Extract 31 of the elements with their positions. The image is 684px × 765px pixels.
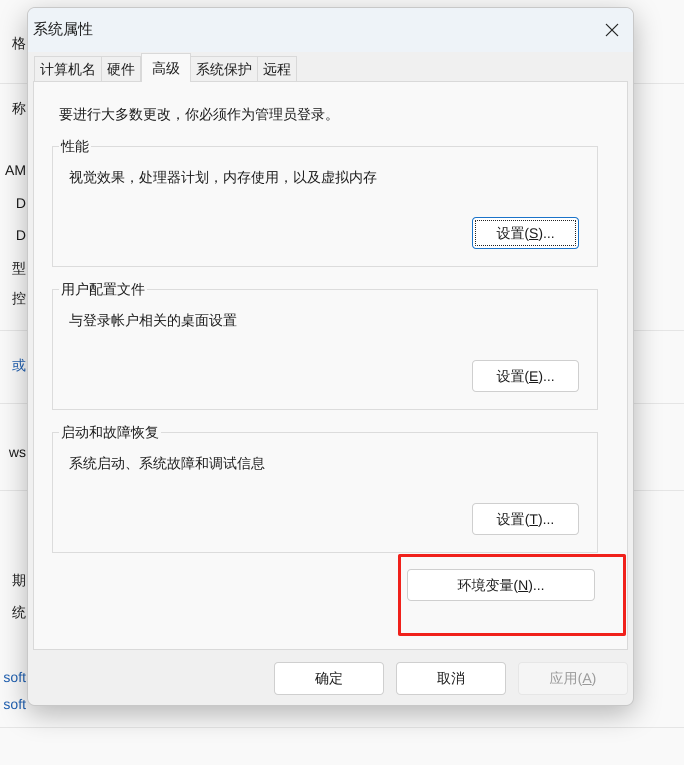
group-title: 启动和故障恢复 [59, 422, 161, 442]
setting-label: 格 [11, 34, 26, 53]
link-text[interactable]: soft [0, 667, 26, 687]
setting-label: D [14, 194, 26, 213]
setting-label: 型 [11, 259, 26, 278]
setting-label: 称 [11, 99, 26, 118]
group-description: 视觉效果，处理器计划，内存使用，以及虚拟内存 [69, 168, 378, 187]
dialog-button[interactable]: 确定 [274, 662, 384, 695]
tab[interactable]: 硬件 [101, 56, 141, 81]
link-text[interactable]: soft [0, 694, 26, 714]
group-description: 与登录帐户相关的桌面设置 [69, 311, 238, 330]
group-description: 系统启动、系统故障和调试信息 [69, 454, 266, 473]
admin-notice: 要进行大多数更改，你必须作为管理员登录。 [59, 105, 340, 124]
setting-label: 控 [11, 289, 26, 308]
dialog-button[interactable]: 取消 [396, 662, 506, 695]
setting-label: AM [4, 161, 26, 180]
settings-button[interactable]: 设置(S)... [472, 217, 579, 249]
setting-label: 统 [11, 603, 26, 622]
tab[interactable]: 高级 [141, 53, 191, 82]
tab[interactable]: 计算机名 [34, 56, 102, 81]
link-text[interactable]: 或 [0, 355, 26, 375]
close-icon[interactable] [605, 23, 619, 37]
environment-variables-button[interactable]: 环境变量(N)... [407, 569, 595, 601]
settings-button[interactable]: 设置(E)... [472, 360, 579, 392]
setting-label: D [14, 226, 26, 245]
setting-label: 期 [11, 571, 26, 590]
window-title: 系统属性 [33, 20, 93, 40]
setting-label: ws [8, 443, 26, 462]
settings-button[interactable]: 设置(T)... [472, 503, 579, 535]
tab[interactable]: 远程 [257, 56, 297, 81]
group-title: 用户配置文件 [59, 279, 147, 299]
